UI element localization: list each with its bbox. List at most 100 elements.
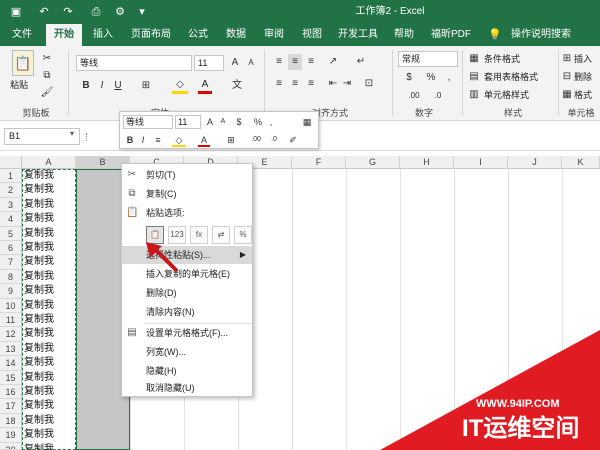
- conditional-format-button[interactable]: 条件格式: [484, 52, 520, 66]
- decrease-indent-icon[interactable]: ⇤: [326, 76, 340, 92]
- copy-icon[interactable]: ⧉: [40, 68, 54, 84]
- menu-item-column-width[interactable]: 列宽(W)...: [122, 343, 252, 361]
- row-header[interactable]: 16: [0, 385, 22, 400]
- select-all-corner[interactable]: [0, 156, 22, 169]
- row-header[interactable]: 2: [0, 183, 22, 198]
- column-header-k[interactable]: K: [562, 156, 600, 169]
- name-box[interactable]: B1: [4, 128, 80, 145]
- mini-fill-color-icon[interactable]: ◇: [172, 133, 186, 147]
- font-color-icon[interactable]: A: [198, 78, 212, 94]
- column-header-i[interactable]: I: [454, 156, 508, 169]
- merge-center-icon[interactable]: ⊡: [362, 76, 376, 92]
- row-header[interactable]: 3: [0, 197, 22, 213]
- row-header[interactable]: 6: [0, 241, 22, 256]
- tab-page-layout[interactable]: 页面布局: [126, 24, 176, 46]
- column-header-h[interactable]: H: [400, 156, 454, 169]
- chevron-down-icon[interactable]: ▾: [70, 129, 74, 138]
- mini-decrease-decimal-icon[interactable]: .0: [266, 133, 282, 147]
- row-header[interactable]: 15: [0, 370, 22, 385]
- number-format-select[interactable]: 常规: [398, 51, 458, 67]
- mini-decrease-font-icon[interactable]: A: [217, 115, 229, 129]
- row-header[interactable]: 4: [0, 212, 22, 227]
- menu-item-clear[interactable]: 清除内容(N): [122, 303, 252, 321]
- mini-font-size-select[interactable]: 11: [175, 115, 201, 129]
- cut-icon[interactable]: ✂: [40, 51, 54, 67]
- mini-currency-icon[interactable]: $: [232, 115, 246, 129]
- format-as-table-button[interactable]: 套用表格格式: [484, 70, 538, 84]
- percent-icon[interactable]: %: [424, 70, 438, 86]
- italic-button[interactable]: I: [96, 78, 108, 94]
- align-top-icon[interactable]: ≡: [272, 54, 286, 70]
- row-header[interactable]: 1: [0, 169, 22, 184]
- bold-button[interactable]: B: [80, 78, 92, 94]
- currency-icon[interactable]: $: [400, 70, 418, 86]
- menu-item-hide[interactable]: 隐藏(H): [122, 362, 252, 380]
- row-header[interactable]: 12: [0, 327, 22, 342]
- row-header[interactable]: 11: [0, 313, 22, 328]
- menu-item-cut[interactable]: ✂ 剪切(T): [122, 166, 252, 184]
- row-header[interactable]: 7: [0, 255, 22, 270]
- mini-increase-font-icon[interactable]: A: [204, 115, 216, 129]
- align-left-icon[interactable]: ≡: [272, 76, 286, 92]
- row-header[interactable]: 10: [0, 298, 22, 313]
- mini-increase-decimal-icon[interactable]: .00: [248, 133, 264, 147]
- increase-font-icon[interactable]: A: [228, 55, 242, 71]
- font-name-select[interactable]: 等线: [76, 55, 192, 71]
- decrease-decimal-icon[interactable]: .0: [428, 88, 448, 104]
- comma-icon[interactable]: ,: [442, 70, 456, 86]
- align-right-icon[interactable]: ≡: [304, 76, 318, 92]
- resize-handle[interactable]: [86, 133, 88, 141]
- orientation-icon[interactable]: ↗: [326, 54, 340, 70]
- align-center-icon[interactable]: ≡: [288, 76, 302, 92]
- column-header-g[interactable]: G: [346, 156, 400, 169]
- tab-home[interactable]: 开始: [46, 24, 82, 46]
- row-header[interactable]: 20: [0, 442, 22, 450]
- row-header[interactable]: 18: [0, 413, 22, 429]
- column-header-f[interactable]: F: [292, 156, 346, 169]
- mini-align-icon[interactable]: ≡: [152, 133, 164, 147]
- tab-foxit-pdf[interactable]: 福昕PDF: [426, 24, 476, 46]
- row-header[interactable]: 17: [0, 399, 22, 414]
- format-painter-icon[interactable]: 🖌: [40, 85, 54, 101]
- mini-percent-icon[interactable]: %: [252, 115, 264, 129]
- tab-file[interactable]: 文件: [6, 24, 38, 46]
- menu-item-format-cells[interactable]: ▤ 设置单元格格式(F)...: [122, 324, 252, 342]
- tab-review[interactable]: 审阅: [258, 24, 290, 46]
- mini-format-painter-icon[interactable]: ▦: [300, 115, 314, 129]
- paste-button-label[interactable]: 粘贴: [10, 78, 28, 92]
- tab-insert[interactable]: 插入: [86, 24, 120, 46]
- mini-borders-icon[interactable]: ⊞: [224, 133, 238, 147]
- tab-formulas[interactable]: 公式: [182, 24, 214, 46]
- tab-view[interactable]: 视图: [296, 24, 328, 46]
- paste-option-formatting[interactable]: %: [234, 226, 252, 244]
- row-header[interactable]: 9: [0, 284, 22, 299]
- mini-font-name-select[interactable]: 等线: [123, 115, 173, 129]
- tab-data[interactable]: 数据: [220, 24, 252, 46]
- tab-help[interactable]: 帮助: [388, 24, 420, 46]
- row-header[interactable]: 14: [0, 356, 22, 371]
- tab-developer[interactable]: 开发工具: [334, 24, 382, 46]
- wrap-text-icon[interactable]: ↵: [354, 54, 368, 70]
- borders-icon[interactable]: ⊞: [138, 78, 154, 94]
- phonetic-icon[interactable]: 文: [230, 78, 244, 94]
- underline-button[interactable]: U: [112, 78, 124, 94]
- mini-eraser-icon[interactable]: ✐: [286, 133, 300, 147]
- font-size-select[interactable]: 11: [194, 55, 224, 71]
- align-bottom-icon[interactable]: ≡: [304, 54, 318, 70]
- menu-item-delete[interactable]: 删除(D): [122, 284, 252, 302]
- mini-font-color-icon[interactable]: A: [198, 133, 210, 147]
- menu-item-copy[interactable]: ⧉ 复制(C): [122, 185, 252, 203]
- row-header[interactable]: 13: [0, 341, 22, 357]
- increase-decimal-icon[interactable]: .00: [404, 88, 424, 104]
- menu-item-unhide[interactable]: 取消隐藏(U): [122, 381, 252, 396]
- format-cells-button[interactable]: 格式: [574, 88, 592, 102]
- mini-comma-icon[interactable]: ,: [266, 115, 276, 129]
- paste-option-transpose[interactable]: ⇄: [212, 226, 230, 244]
- paste-icon[interactable]: 📋: [12, 50, 34, 76]
- decrease-font-icon[interactable]: A: [244, 55, 258, 71]
- delete-cells-button[interactable]: 删除: [574, 70, 592, 84]
- cell-styles-button[interactable]: 单元格样式: [484, 88, 529, 102]
- insert-cells-button[interactable]: 插入: [574, 52, 592, 66]
- fill-color-icon[interactable]: ◇: [172, 78, 188, 94]
- row-header[interactable]: 19: [0, 428, 22, 443]
